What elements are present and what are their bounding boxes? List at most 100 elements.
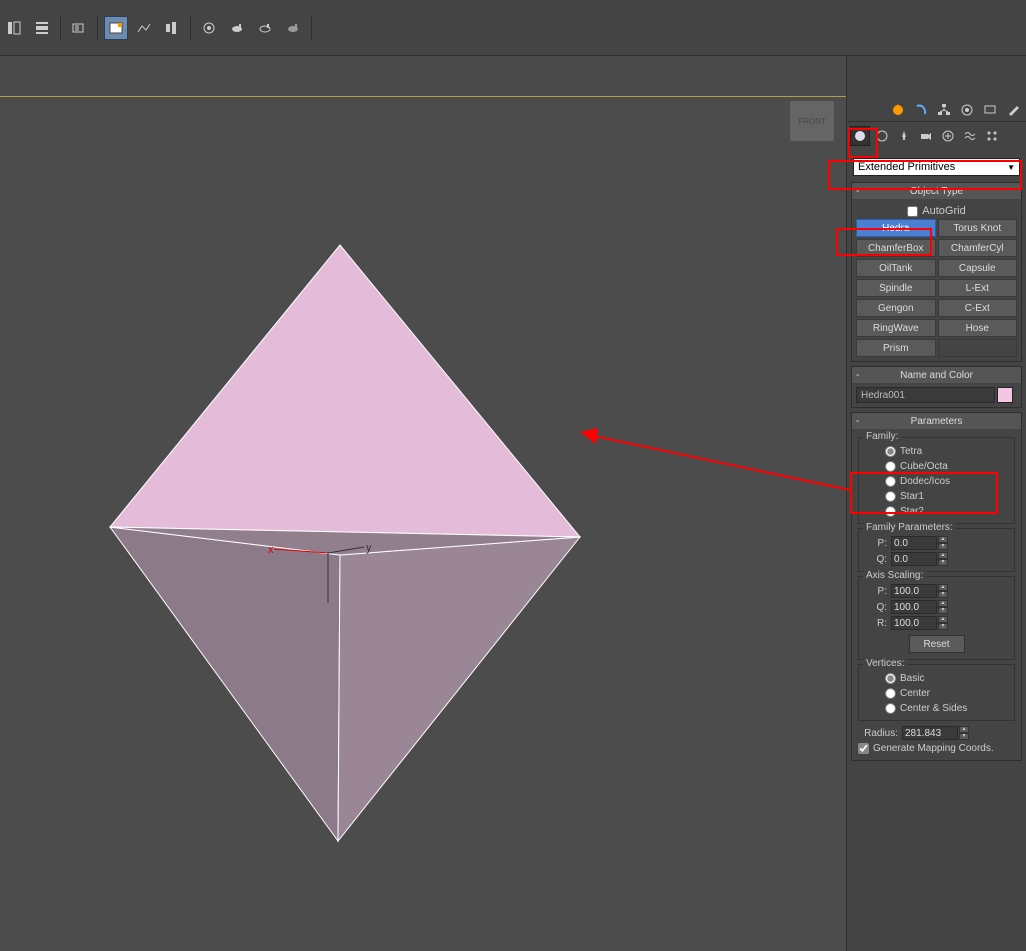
as-p-input[interactable] <box>891 584 937 598</box>
center-label: Center <box>900 688 930 699</box>
lext-button[interactable]: L-Ext <box>938 279 1018 297</box>
autogrid-checkbox[interactable] <box>907 206 918 217</box>
as-q-input[interactable] <box>891 600 937 614</box>
chamfercyl-button[interactable]: ChamferCyl <box>938 239 1018 257</box>
axis-scaling-title: Axis Scaling: <box>863 570 926 581</box>
object-color-swatch[interactable] <box>997 387 1013 403</box>
create-tab-icon[interactable] <box>887 100 909 120</box>
as-r-label: R: <box>873 618 887 629</box>
tetra-radio[interactable] <box>885 446 896 457</box>
viewcube-icon[interactable]: FRONT <box>790 101 834 141</box>
command-panel: Extended Primitives Object Type AutoGrid… <box>846 56 1026 951</box>
helpers-tab-icon[interactable] <box>938 126 958 146</box>
toolbar-icon-6[interactable] <box>160 16 184 40</box>
as-q-label: Q: <box>873 602 887 613</box>
spacewarps-tab-icon[interactable] <box>960 126 980 146</box>
as-p-down[interactable]: ▼ <box>938 591 948 598</box>
cubeocta-radio[interactable] <box>885 461 896 472</box>
fp-q-label: Q: <box>873 554 887 565</box>
fp-p-label: P: <box>873 538 887 549</box>
empty-button <box>938 339 1018 357</box>
basic-radio[interactable] <box>885 673 896 684</box>
category-dropdown-label: Extended Primitives <box>858 161 955 173</box>
torusknot-button[interactable]: Torus Knot <box>938 219 1018 237</box>
object-button-grid: Hedra Torus Knot ChamferBox ChamferCyl O… <box>856 219 1017 357</box>
object-name-input[interactable] <box>856 387 995 403</box>
star1-radio[interactable] <box>885 491 896 502</box>
star1-label: Star1 <box>900 491 924 502</box>
dodecicos-radio[interactable] <box>885 476 896 487</box>
panel-tabs-sub <box>846 124 1026 148</box>
main-area: FRONT x y <box>0 56 1026 951</box>
toolbar-icon-10[interactable] <box>281 16 305 40</box>
toolbar-icon-4[interactable] <box>104 16 128 40</box>
dodecicos-label: Dodec/Icos <box>900 476 950 487</box>
as-r-down[interactable]: ▼ <box>938 623 948 630</box>
hierarchy-tab-icon[interactable] <box>933 100 955 120</box>
top-toolbar <box>0 0 1026 56</box>
utilities-tab-icon[interactable] <box>1002 100 1024 120</box>
radius-up[interactable]: ▲ <box>959 726 969 733</box>
modify-tab-icon[interactable] <box>910 100 932 120</box>
genmapping-checkbox[interactable] <box>858 743 869 754</box>
parameters-header[interactable]: Parameters <box>852 413 1021 429</box>
shapes-tab-icon[interactable] <box>872 126 892 146</box>
reset-button[interactable]: Reset <box>909 635 965 653</box>
motion-tab-icon[interactable] <box>956 100 978 120</box>
toolbar-icon-2[interactable] <box>30 16 54 40</box>
as-r-input[interactable] <box>891 616 937 630</box>
genmapping-label: Generate Mapping Coords. <box>873 743 994 754</box>
red-annotation-arrow <box>576 428 856 498</box>
hedra-object[interactable] <box>60 217 600 857</box>
toolbar-icon-8[interactable] <box>225 16 249 40</box>
toolbar-icon-3[interactable] <box>67 16 91 40</box>
vertices-title: Vertices: <box>863 658 907 669</box>
gengon-button[interactable]: Gengon <box>856 299 936 317</box>
fp-p-down[interactable]: ▼ <box>938 543 948 550</box>
vertices-group: Vertices: Basic Center Center & Sides <box>858 664 1015 721</box>
toolbar-icon-5[interactable] <box>132 16 156 40</box>
as-p-label: P: <box>873 586 887 597</box>
fp-q-up[interactable]: ▲ <box>938 552 948 559</box>
centersides-label: Center & Sides <box>900 703 967 714</box>
tetra-label: Tetra <box>900 446 922 457</box>
family-group: Family: Tetra Cube/Octa Dodec/Icos Star1… <box>858 437 1015 524</box>
toolbar-icon-7[interactable] <box>197 16 221 40</box>
chamferbox-button[interactable]: ChamferBox <box>856 239 936 257</box>
object-type-rollout: Object Type AutoGrid Hedra Torus Knot Ch… <box>851 182 1022 362</box>
hedra-button[interactable]: Hedra <box>856 219 936 237</box>
radius-input[interactable] <box>902 726 958 740</box>
fp-p-input[interactable] <box>891 536 937 550</box>
capsule-button[interactable]: Capsule <box>938 259 1018 277</box>
ringwave-button[interactable]: RingWave <box>856 319 936 337</box>
toolbar-icon-1[interactable] <box>2 16 26 40</box>
cameras-tab-icon[interactable] <box>916 126 936 146</box>
fp-p-up[interactable]: ▲ <box>938 536 948 543</box>
object-type-header[interactable]: Object Type <box>852 183 1021 199</box>
as-q-down[interactable]: ▼ <box>938 607 948 614</box>
lights-tab-icon[interactable] <box>894 126 914 146</box>
fp-q-down[interactable]: ▼ <box>938 559 948 566</box>
fp-q-input[interactable] <box>891 552 937 566</box>
spindle-button[interactable]: Spindle <box>856 279 936 297</box>
prism-button[interactable]: Prism <box>856 339 936 357</box>
as-r-up[interactable]: ▲ <box>938 616 948 623</box>
toolbar-icon-9[interactable] <box>253 16 277 40</box>
systems-tab-icon[interactable] <box>982 126 1002 146</box>
hose-button[interactable]: Hose <box>938 319 1018 337</box>
as-p-up[interactable]: ▲ <box>938 584 948 591</box>
radius-down[interactable]: ▼ <box>959 733 969 740</box>
family-params-group: Family Parameters: P: ▲▼ Q: ▲▼ <box>858 528 1015 572</box>
cext-button[interactable]: C-Ext <box>938 299 1018 317</box>
centersides-radio[interactable] <box>885 703 896 714</box>
oiltank-button[interactable]: OilTank <box>856 259 936 277</box>
viewport[interactable]: FRONT x y <box>0 96 846 951</box>
star2-radio[interactable] <box>885 506 896 517</box>
as-q-up[interactable]: ▲ <box>938 600 948 607</box>
display-tab-icon[interactable] <box>979 100 1001 120</box>
cubeocta-label: Cube/Octa <box>900 461 948 472</box>
category-dropdown[interactable]: Extended Primitives <box>853 158 1020 176</box>
center-radio[interactable] <box>885 688 896 699</box>
geometry-tab-icon[interactable] <box>850 126 870 146</box>
name-color-header[interactable]: Name and Color <box>852 367 1021 383</box>
